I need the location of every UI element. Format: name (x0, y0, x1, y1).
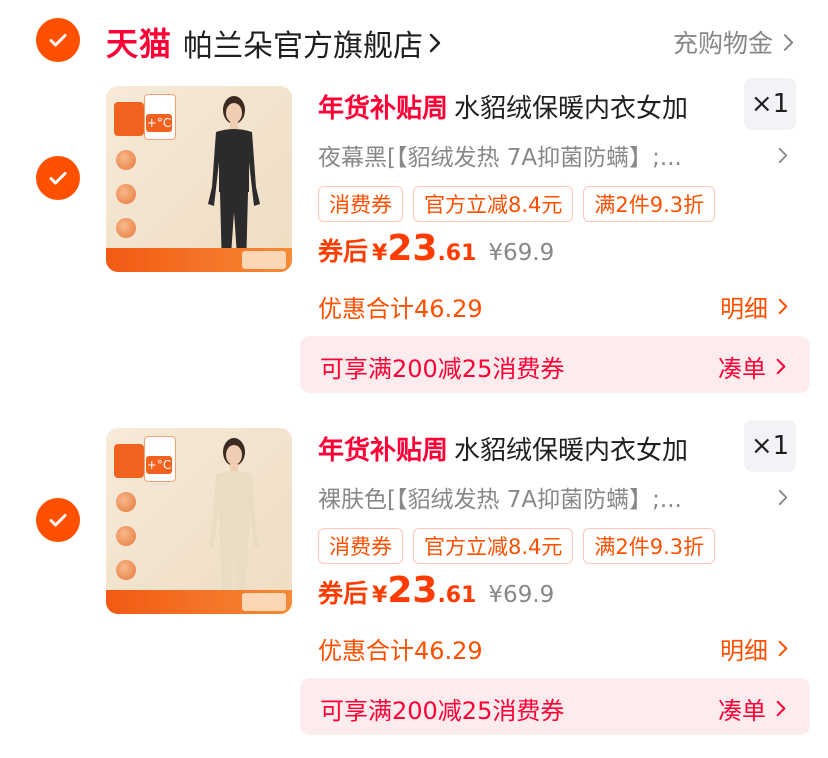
original-price: ¥69.9 (488, 582, 555, 608)
promo-tags: 消费券 官方立减8.4元 满2件9.3折 (318, 528, 716, 564)
temperature-icon: +°C (146, 456, 172, 474)
sku-selector[interactable]: 裸肤色[【貂绒发热 7A抑菌防螨】;... (318, 480, 788, 514)
check-icon (49, 514, 67, 527)
check-icon (49, 172, 67, 185)
price-decimal: .61 (437, 241, 477, 266)
sku-text: 裸肤色[【貂绒发热 7A抑菌防螨】;... (318, 487, 682, 513)
price-integer: 23 (387, 228, 438, 269)
image-badge (114, 102, 144, 136)
feature-dots (116, 492, 136, 594)
product-image[interactable]: +°C (106, 428, 292, 614)
promo-tag: 消费券 (318, 528, 403, 564)
detail-label: 明细 (720, 637, 768, 665)
coupon-add-on-button[interactable]: 凑单 (718, 691, 786, 726)
cart-item: +°C 年货补贴周 水貂绒保暖内衣女加 ×1 裸肤色[【貂绒发热 7A抑菌防螨】… (0, 420, 828, 758)
chevron-right-icon (783, 33, 794, 51)
price-currency: ¥ (372, 583, 388, 608)
image-badge (114, 444, 144, 478)
promo-tags: 消费券 官方立减8.4元 满2件9.3折 (318, 186, 716, 222)
tmall-logo: 天猫 (106, 25, 173, 63)
model-figure (208, 96, 260, 270)
promo-tag: 官方立减8.4元 (413, 186, 574, 222)
coupon-text: 可享满200减25消费券 (320, 355, 565, 383)
model-figure (208, 438, 260, 612)
rebate-link[interactable]: 充购物金 (673, 24, 794, 60)
store-header: 天猫 帕兰朵官方旗舰店 充购物金 (0, 0, 828, 80)
feature-icon (116, 560, 136, 580)
image-banner-tag (242, 593, 286, 611)
coupon-action-label: 凑单 (718, 697, 766, 725)
promo-label: 年货补贴周 (318, 94, 449, 124)
cart-item: +°C 年货补贴周 水貂绒保暖内衣女加 ×1 夜幕黑[【貂绒发热 7A抑菌防螨】… (0, 78, 828, 416)
chevron-right-icon (778, 640, 788, 657)
quantity-button[interactable]: ×1 (744, 78, 796, 130)
sku-selector[interactable]: 夜幕黑[【貂绒发热 7A抑菌防螨】;... (318, 138, 788, 172)
discount-total: 优惠合计46.29 (318, 295, 483, 323)
feature-dots (116, 150, 136, 252)
original-price: ¥69.9 (488, 240, 555, 266)
temperature-icon: +°C (146, 114, 172, 132)
discount-detail-button[interactable]: 明细 (720, 289, 788, 324)
promo-tag: 消费券 (318, 186, 403, 222)
promo-tag: 满2件9.3折 (583, 186, 716, 222)
feature-icon (116, 150, 136, 170)
item-select-checkbox[interactable] (36, 156, 80, 200)
discount-detail-button[interactable]: 明细 (720, 631, 788, 666)
store-name-link[interactable]: 帕兰朵官方旗舰店 (183, 21, 441, 65)
image-banner-tag (242, 251, 286, 269)
feature-icon (116, 492, 136, 512)
check-icon (49, 34, 67, 47)
feature-icon (116, 526, 136, 546)
quantity-button[interactable]: ×1 (744, 420, 796, 472)
price-prefix: 券后 (318, 237, 369, 266)
price-decimal: .61 (437, 583, 477, 608)
detail-label: 明细 (720, 295, 768, 323)
coupon-bar[interactable]: 可享满200减25消费券 凑单 (300, 336, 810, 393)
chevron-right-icon (776, 358, 786, 375)
product-title: 水貂绒保暖内衣女加 (454, 94, 689, 124)
chevron-right-icon (778, 298, 788, 315)
chevron-right-icon (776, 700, 786, 717)
promo-tag: 官方立减8.4元 (413, 528, 574, 564)
feature-icon (116, 184, 136, 204)
feature-icon (116, 218, 136, 238)
coupon-text: 可享满200减25消费券 (320, 697, 565, 725)
product-title-link[interactable]: 年货补贴周 水貂绒保暖内衣女加 (318, 430, 688, 467)
price-row: 券后 ¥ 23 .61 ¥69.9 (318, 228, 554, 269)
store-name: 帕兰朵官方旗舰店 (183, 29, 423, 64)
coupon-action-label: 凑单 (718, 355, 766, 383)
discount-row: 优惠合计46.29 明细 (318, 289, 788, 325)
product-title-link[interactable]: 年货补贴周 水貂绒保暖内衣女加 (318, 88, 688, 125)
store-select-checkbox[interactable] (36, 18, 80, 62)
coupon-bar[interactable]: 可享满200减25消费券 凑单 (300, 678, 810, 735)
discount-row: 优惠合计46.29 明细 (318, 631, 788, 667)
promo-tag: 满2件9.3折 (583, 528, 716, 564)
coupon-add-on-button[interactable]: 凑单 (718, 349, 786, 384)
chevron-right-icon (429, 33, 441, 53)
rebate-label: 充购物金 (672, 29, 773, 58)
sku-text: 夜幕黑[【貂绒发热 7A抑菌防螨】;... (318, 145, 682, 171)
chevron-right-icon (778, 489, 788, 505)
price-prefix: 券后 (318, 579, 369, 608)
item-select-checkbox[interactable] (36, 498, 80, 542)
chevron-right-icon (778, 147, 788, 163)
price-row: 券后 ¥ 23 .61 ¥69.9 (318, 570, 554, 611)
price-integer: 23 (387, 570, 438, 611)
promo-label: 年货补贴周 (318, 436, 449, 466)
price-currency: ¥ (372, 241, 388, 266)
product-image[interactable]: +°C (106, 86, 292, 272)
discount-total: 优惠合计46.29 (318, 637, 483, 665)
product-title: 水貂绒保暖内衣女加 (454, 436, 689, 466)
